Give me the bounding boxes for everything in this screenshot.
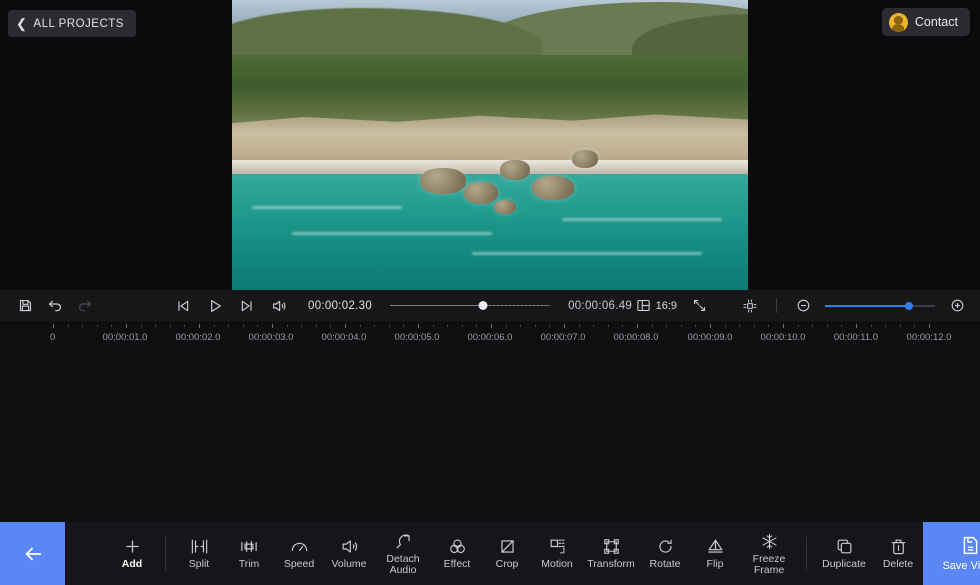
tool-effect[interactable]: Effect <box>432 522 482 585</box>
preview-rock <box>494 200 516 214</box>
fit-to-screen-icon[interactable] <box>737 293 763 319</box>
tool-duplicate[interactable]: Duplicate <box>815 522 873 585</box>
preview-area: ❮ ALL PROJECTS Contact <box>0 0 980 290</box>
preview-rock <box>532 176 574 200</box>
zoom-fill <box>825 304 909 307</box>
tool-label: Rotate <box>649 558 681 570</box>
tool-label: Motion <box>541 558 573 570</box>
tool-label: Duplicate <box>822 558 866 570</box>
tool-rotate[interactable]: Rotate <box>640 522 690 585</box>
ruler-label: 00:00:03.0 <box>248 332 294 343</box>
tool-label: Add <box>121 558 143 570</box>
ruler-label: 00:00:05.0 <box>394 332 440 343</box>
tool-transform[interactable]: Transform <box>582 522 640 585</box>
tool-label: Flip <box>706 558 724 570</box>
zoom-in-icon[interactable] <box>944 293 970 319</box>
aspect-ratio-button[interactable]: 16:9 <box>636 298 677 313</box>
preview-rock <box>420 168 466 194</box>
ruler-label: 00:00:11.0 <box>833 332 879 343</box>
video-editor-app: ❮ ALL PROJECTS Contact 00:00:02.30 00:00… <box>0 0 980 585</box>
tool-label: Freeze Frame <box>752 552 786 576</box>
all-projects-label: ALL PROJECTS <box>33 17 124 30</box>
scrubber-knob[interactable] <box>478 301 488 310</box>
playback-scrubber[interactable] <box>390 299 551 313</box>
tool-motion[interactable]: Motion <box>532 522 582 585</box>
save-video-icon <box>960 535 980 556</box>
play-icon[interactable] <box>202 293 228 319</box>
contact-button[interactable]: Contact <box>881 8 970 36</box>
tool-label: Detach Audio <box>386 552 420 576</box>
chevron-left-icon: ❮ <box>16 16 28 31</box>
tool-crop[interactable]: Crop <box>482 522 532 585</box>
ruler-label: 00:00:10.0 <box>760 332 806 343</box>
ruler-label: 00:00:04.0 <box>321 332 367 343</box>
total-time: 00:00:06.49 <box>568 299 633 312</box>
timeline[interactable]: 0 00:00:01.0 00:00:02.0 00:00:03.0 00:00… <box>0 322 980 522</box>
tool-label: Split <box>188 558 210 570</box>
ruler-label: 00:00:09.0 <box>687 332 733 343</box>
redo-icon[interactable] <box>72 293 98 319</box>
preview-wave <box>562 218 722 221</box>
preview-rock <box>464 182 498 204</box>
tool-label: Crop <box>495 558 519 570</box>
save-video-button[interactable]: Save Video <box>923 522 980 585</box>
zoom-knob[interactable] <box>904 301 913 310</box>
volume-icon[interactable] <box>266 293 292 319</box>
tool-add[interactable]: Add <box>107 522 157 585</box>
tool-volume[interactable]: Volume <box>324 522 374 585</box>
save-icon[interactable] <box>12 293 38 319</box>
back-button[interactable] <box>0 522 65 585</box>
tool-flip[interactable]: Flip <box>690 522 740 585</box>
save-video-label: Save Video <box>942 560 980 572</box>
current-time: 00:00:02.30 <box>308 299 373 312</box>
aspect-ratio-icon <box>636 298 651 313</box>
player-control-bar: 00:00:02.30 00:00:06.49 16:9 <box>0 290 980 322</box>
toolbar-divider <box>776 298 777 313</box>
back-arrow-icon <box>22 543 44 565</box>
preview-wave <box>292 232 492 235</box>
preview-rock <box>572 150 598 168</box>
tool-label: Speed <box>283 558 315 570</box>
aspect-ratio-label: 16:9 <box>655 299 677 312</box>
tool-detach-audio[interactable]: Detach Audio <box>374 522 432 585</box>
contact-label: Contact <box>914 15 958 29</box>
bottom-toolbar: Add Split Trim Speed Volume Detach Audio… <box>0 522 980 585</box>
ruler-label: 00:00:06.0 <box>467 332 513 343</box>
tool-split[interactable]: Split <box>174 522 224 585</box>
ruler-label: 0 <box>50 332 56 343</box>
previous-frame-icon[interactable] <box>170 293 196 319</box>
fullscreen-icon[interactable] <box>686 293 712 319</box>
preview-wave <box>472 252 702 255</box>
ruler-label: 00:00:02.0 <box>175 332 221 343</box>
tool-label: Delete <box>882 558 914 570</box>
next-frame-icon[interactable] <box>234 293 260 319</box>
toolbar-divider <box>806 536 807 571</box>
tool-trim[interactable]: Trim <box>224 522 274 585</box>
ruler-label: 00:00:01.0 <box>102 332 148 343</box>
undo-icon[interactable] <box>42 293 68 319</box>
zoom-out-icon[interactable] <box>790 293 816 319</box>
ruler-label: 00:00:07.0 <box>540 332 586 343</box>
tool-speed[interactable]: Speed <box>274 522 324 585</box>
tool-label: Volume <box>331 558 367 570</box>
toolbar-divider <box>165 536 166 571</box>
ruler-label: 00:00:12.0 <box>906 332 952 343</box>
all-projects-button[interactable]: ❮ ALL PROJECTS <box>8 10 136 37</box>
scrubber-track-remaining <box>482 304 551 307</box>
timeline-ruler[interactable]: 0 00:00:01.0 00:00:02.0 00:00:03.0 00:00… <box>0 322 980 346</box>
tool-label: Effect <box>443 558 471 570</box>
tool-label: Transform <box>587 558 635 570</box>
tool-delete[interactable]: Delete <box>873 522 923 585</box>
avatar <box>888 12 908 32</box>
tool-freeze-frame[interactable]: Freeze Frame <box>740 522 798 585</box>
tool-label: Trim <box>238 558 260 570</box>
zoom-slider[interactable] <box>825 300 935 312</box>
video-preview[interactable] <box>232 0 748 290</box>
tool-list: Add Split Trim Speed Volume Detach Audio… <box>65 522 923 585</box>
ruler-label: 00:00:08.0 <box>613 332 659 343</box>
preview-wave <box>252 206 402 209</box>
preview-rock <box>500 160 530 180</box>
